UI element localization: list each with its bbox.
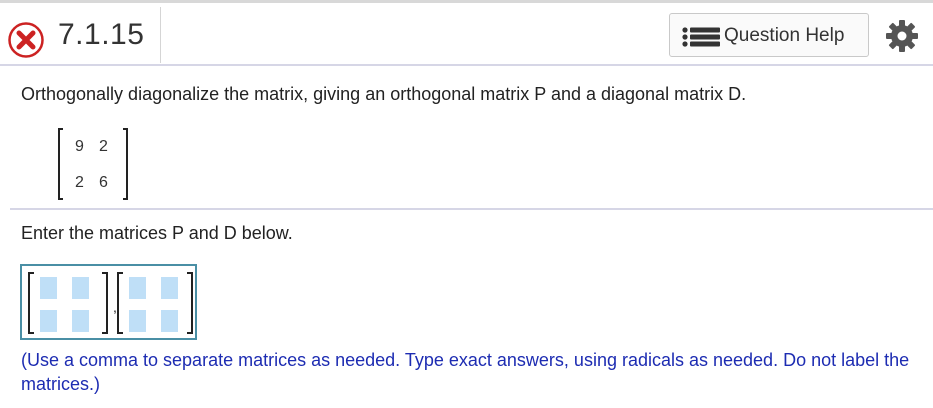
matrix-right-bracket [123, 128, 128, 200]
header-separator [0, 64, 933, 66]
answer-prompt: Enter the matrices P and D below. [21, 223, 293, 243]
p-entry-2-1[interactable] [40, 310, 57, 332]
list-icon [682, 27, 720, 47]
p-entry-1-1[interactable] [40, 277, 57, 299]
given-matrix: 9 2 2 6 [58, 128, 128, 200]
p-right-bracket [102, 272, 108, 334]
answer-input-area[interactable]: , [20, 264, 197, 340]
p-entry-2-2[interactable] [72, 310, 89, 332]
question-header: 7.1.15 Question Help [0, 3, 933, 64]
incorrect-x-icon [8, 22, 44, 58]
gear-icon[interactable] [884, 18, 920, 54]
matrix-left-bracket [58, 128, 63, 200]
matrix-cell-1-2: 2 [99, 138, 108, 155]
d-right-bracket [187, 272, 193, 334]
question-instruction: Orthogonally diagonalize the matrix, giv… [21, 84, 747, 104]
d-entry-2-2[interactable] [161, 310, 178, 332]
d-entry-2-1[interactable] [129, 310, 146, 332]
d-entry-1-1[interactable] [129, 277, 146, 299]
p-entry-1-2[interactable] [72, 277, 89, 299]
matrix-cell-2-2: 6 [99, 174, 108, 191]
matrix-cell-1-1: 9 [75, 138, 84, 155]
d-left-bracket [117, 272, 123, 334]
d-entry-1-2[interactable] [161, 277, 178, 299]
question-help-button[interactable]: Question Help [669, 13, 869, 57]
question-number: 7.1.15 [58, 18, 145, 51]
matrix-cell-2-1: 2 [75, 174, 84, 191]
p-left-bracket [28, 272, 34, 334]
question-help-label: Question Help [724, 25, 845, 46]
answer-instructions-note: (Use a comma to separate matrices as nee… [21, 350, 910, 394]
header-divider [160, 7, 161, 63]
section-separator [10, 208, 933, 210]
